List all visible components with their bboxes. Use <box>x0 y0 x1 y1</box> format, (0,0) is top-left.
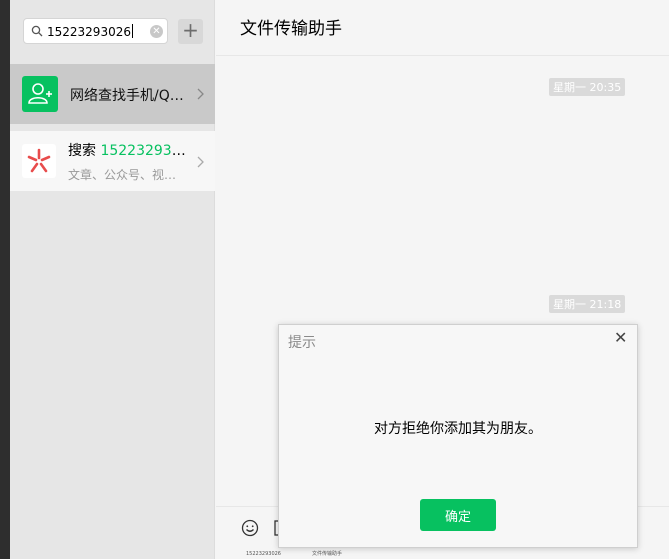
text-caret <box>131 24 133 38</box>
dialog-title: 提示 <box>288 335 316 351</box>
confirm-button[interactable]: 确定 <box>420 499 496 531</box>
thumbnail-search: 15223293026 <box>246 551 281 557</box>
screenshot-thumbnail: 15223293026 文件传输助手 <box>246 551 366 559</box>
emoji-icon[interactable] <box>241 519 259 537</box>
search-input[interactable]: 15223293026 ✕ <box>23 18 168 44</box>
close-icon[interactable]: ✕ <box>614 329 627 347</box>
chevron-right-icon <box>197 88 204 100</box>
timestamp: 星期一 21:18 <box>549 295 626 313</box>
result-network-lookup[interactable]: 网络查找手机/QQ号 <box>10 64 215 124</box>
sidebar: 15223293026 ✕ + 网络查找手机/QQ号 搜索 152232930 … <box>10 0 215 559</box>
result-search-network[interactable]: 搜索 15223293026 文章、公众号、视频号、小程序等 <box>10 131 215 191</box>
search-logo-icon <box>22 144 56 178</box>
dialog-message: 对方拒绝你添加其为朋友。 <box>374 421 542 437</box>
chat-header: 文件传输助手 <box>216 0 669 56</box>
alert-dialog: 提示 ✕ 对方拒绝你添加其为朋友。 确定 <box>278 324 638 548</box>
add-friend-icon <box>22 76 58 112</box>
app-nav-strip <box>0 0 10 559</box>
search-icon <box>31 25 43 37</box>
result-subtitle: 文章、公众号、视频号、小程序等 <box>68 168 188 182</box>
result-label: 网络查找手机/QQ号 <box>70 88 190 104</box>
result-title: 搜索 15223293026 <box>68 143 188 159</box>
thumbnail-title: 文件传输助手 <box>312 551 343 557</box>
add-button[interactable]: + <box>178 19 203 44</box>
clear-icon[interactable]: ✕ <box>150 25 163 38</box>
chat-title: 文件传输助手 <box>240 19 342 39</box>
timestamp: 星期一 20:35 <box>549 78 626 96</box>
chevron-right-icon <box>197 156 204 168</box>
search-value: 15223293026 <box>47 24 133 39</box>
